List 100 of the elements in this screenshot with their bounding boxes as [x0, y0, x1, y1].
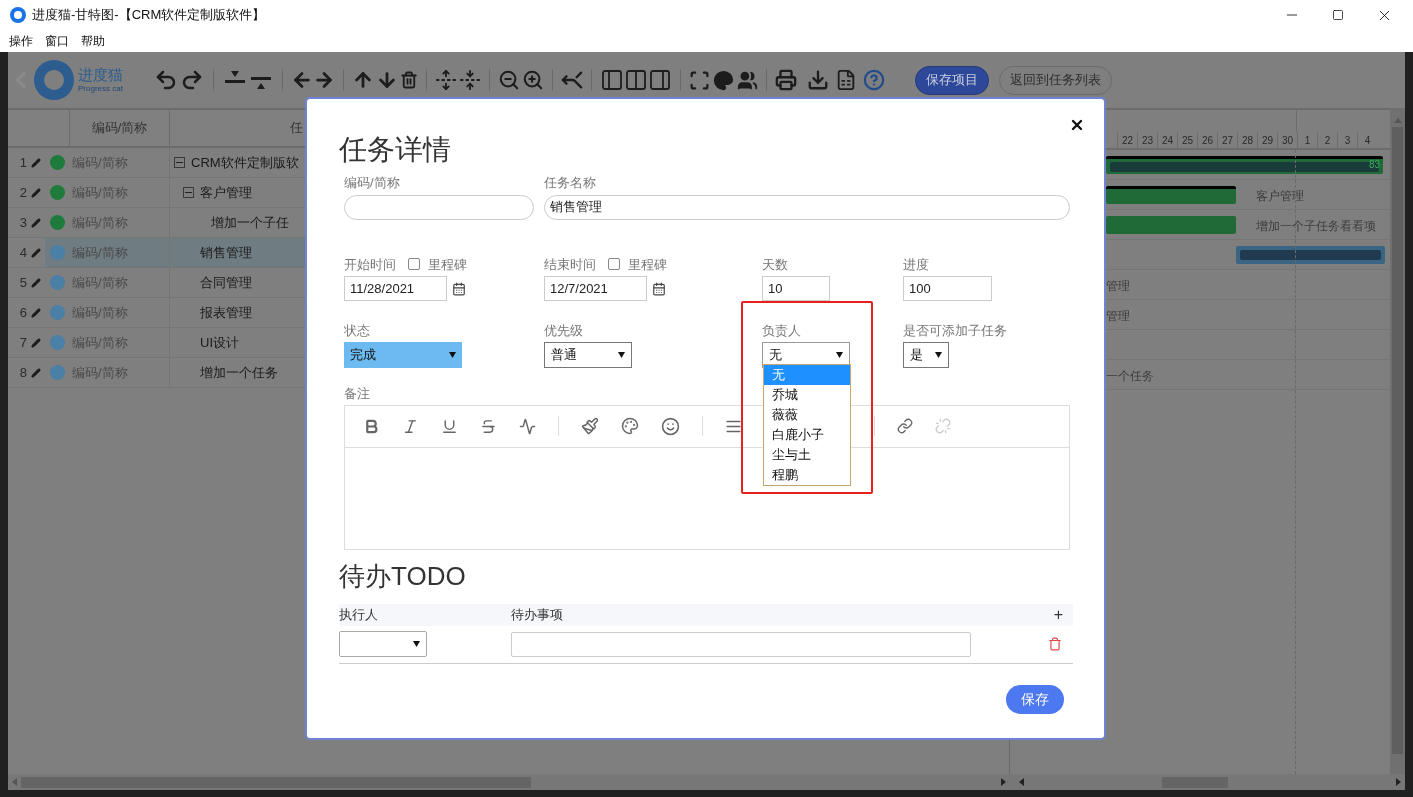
select-field[interactable]: 完成 — [344, 341, 462, 368]
zoom-out-icon[interactable] — [498, 69, 520, 91]
field-label: 开始时间 — [344, 255, 396, 274]
dropdown-option[interactable]: 乔城 — [764, 385, 850, 405]
panel-right-icon[interactable] — [648, 68, 672, 92]
day-label: 29 — [1261, 133, 1274, 148]
checkbox[interactable] — [408, 258, 420, 271]
pencil-icon[interactable] — [31, 367, 41, 378]
row-number: 8 — [19, 363, 27, 382]
table-cell-text: CRM软件定制版软 — [191, 153, 299, 172]
task-bar[interactable] — [1106, 186, 1236, 204]
menu-item[interactable]: 窗口 — [45, 32, 69, 50]
vertical-scrollbar[interactable] — [1390, 108, 1405, 774]
field-label: 里程碑 — [628, 255, 667, 274]
date-field[interactable]: 12/7/2021 — [544, 276, 647, 301]
field-label: 是否可添加子任务 — [903, 322, 1007, 340]
input-field[interactable]: 100 — [903, 276, 992, 301]
caret-icon — [449, 351, 456, 358]
calendar-icon[interactable] — [452, 281, 466, 296]
select-field[interactable]: 普通 — [544, 341, 632, 368]
pencil-icon[interactable] — [31, 217, 41, 228]
logo-icon — [34, 60, 74, 100]
select-field[interactable] — [339, 631, 427, 657]
date-field[interactable]: 11/28/2021 — [344, 276, 447, 301]
caret-icon — [413, 641, 420, 647]
strikethrough-icon[interactable] — [480, 417, 497, 435]
pencil-icon[interactable] — [31, 187, 41, 198]
undo-icon[interactable] — [154, 68, 178, 92]
field-label: 备注 — [344, 385, 370, 401]
fullscreen-icon[interactable] — [689, 69, 710, 91]
app-logo-icon — [10, 7, 26, 23]
collapse-icon[interactable] — [459, 69, 481, 91]
bar-label: 客户管理 — [1256, 188, 1304, 205]
scroll-right-icon[interactable] — [1396, 778, 1401, 786]
row-number: 3 — [19, 213, 27, 232]
dropdown-option[interactable]: 薇薇 — [764, 405, 850, 425]
pencil-icon[interactable] — [31, 337, 41, 348]
bold-icon[interactable] — [363, 417, 380, 435]
arrow-left-icon[interactable] — [291, 69, 313, 91]
users-icon[interactable] — [737, 69, 758, 91]
spreadsheet-icon[interactable] — [835, 69, 857, 91]
select-field[interactable]: 是 — [903, 341, 949, 368]
pencil-icon[interactable] — [31, 277, 41, 288]
dropdown-option[interactable]: 尘与土 — [764, 445, 850, 465]
calendar-icon[interactable] — [652, 281, 666, 296]
pulse-icon[interactable] — [519, 417, 536, 435]
input-field[interactable]: 10 — [762, 276, 830, 301]
day-label: 24 — [1161, 133, 1174, 148]
panel-left-icon[interactable] — [600, 68, 624, 92]
day-label: 1 — [1304, 133, 1311, 148]
dropdown-option[interactable]: 白鹿小子 — [764, 425, 850, 445]
expand-icon[interactable] — [435, 69, 457, 91]
delete-icon[interactable] — [1048, 637, 1062, 651]
smile-icon[interactable] — [661, 416, 680, 436]
input-field[interactable] — [511, 631, 971, 657]
delete-icon[interactable] — [400, 71, 418, 89]
download-icon[interactable] — [807, 69, 829, 91]
menu-item[interactable]: 操作 — [9, 32, 33, 50]
task-bar[interactable] — [1106, 156, 1383, 174]
logo-text: 进度猫 — [78, 66, 123, 84]
field-label: 优先级 — [544, 322, 584, 340]
palette-icon[interactable] — [713, 69, 734, 91]
row-number: 1 — [19, 153, 27, 172]
pencil-icon[interactable] — [31, 247, 41, 258]
scroll-right-icon[interactable] — [1001, 778, 1006, 786]
checkbox[interactable] — [608, 258, 620, 271]
palette-icon[interactable] — [621, 417, 639, 435]
field-label: 负责人 — [762, 322, 802, 340]
columns-icon[interactable] — [624, 68, 648, 92]
day-label: 27 — [1221, 133, 1234, 148]
dialog-title: 任务详情 — [339, 133, 452, 167]
arrow-right-icon[interactable] — [313, 69, 335, 91]
print-icon[interactable] — [775, 69, 797, 91]
add-button[interactable]: + — [1053, 602, 1063, 627]
redo-icon[interactable] — [180, 68, 204, 92]
link-icon[interactable] — [897, 418, 913, 434]
paintbrush-icon[interactable] — [581, 417, 599, 435]
day-label: 23 — [1141, 133, 1154, 148]
merge-icon[interactable] — [561, 69, 583, 91]
save-button[interactable]: 保存 — [1006, 684, 1064, 714]
pencil-icon[interactable] — [31, 307, 41, 318]
menu-item[interactable]: 帮助 — [81, 32, 105, 50]
select-value: 是 — [910, 345, 923, 364]
bar-label: 管理 — [1106, 278, 1130, 295]
table-cell-text: UI设计 — [200, 333, 239, 352]
pencil-icon[interactable] — [31, 157, 41, 168]
maximize-icon[interactable] — [1332, 8, 1344, 21]
row-number: 2 — [19, 183, 27, 202]
underline-icon[interactable] — [441, 417, 458, 435]
close-icon[interactable] — [1069, 117, 1085, 133]
collapse-icon[interactable] — [174, 157, 185, 168]
caret-icon — [836, 352, 843, 358]
scroll-left-icon[interactable] — [1019, 778, 1024, 786]
collapse-icon[interactable] — [183, 187, 194, 198]
field-label: 进度 — [903, 255, 930, 274]
italic-icon[interactable] — [402, 417, 419, 435]
zoom-in-icon[interactable] — [522, 69, 544, 91]
save-project-button[interactable]: 保存项目 — [915, 65, 989, 95]
select-value: 完成 — [350, 345, 376, 364]
dropdown-option[interactable]: 程鹏 — [764, 465, 850, 485]
